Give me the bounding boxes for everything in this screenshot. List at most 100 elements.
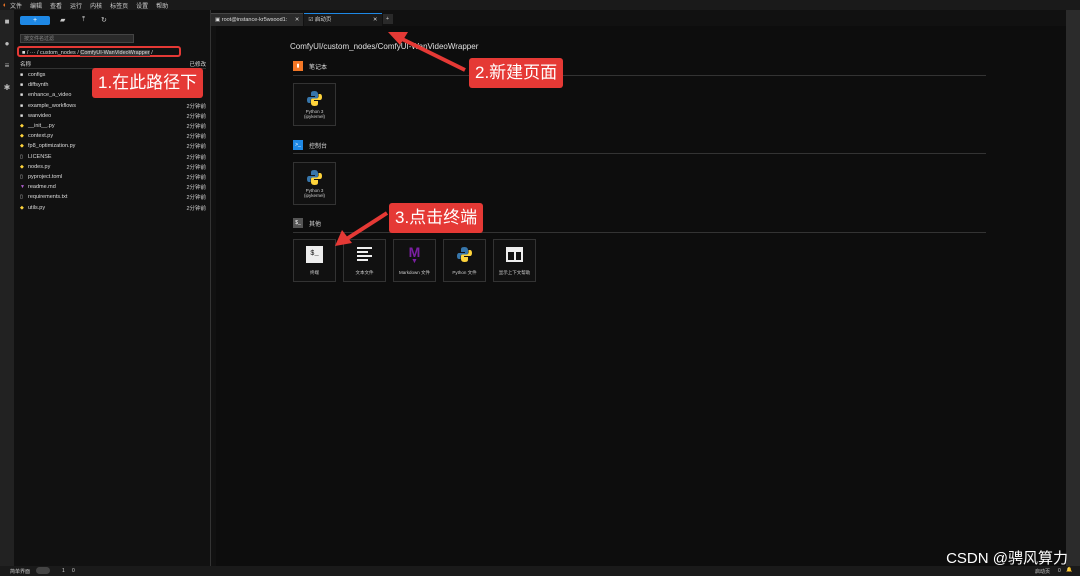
refresh-icon[interactable]: ↻ — [101, 16, 107, 24]
markdown-icon: M ▼ — [408, 244, 421, 265]
file-filter-input[interactable]: 按文件名过滤 — [20, 34, 134, 43]
file-name: __init__.py — [28, 123, 55, 130]
file-icon: ▯ — [20, 194, 23, 201]
annotation-3: 3.点击终端 — [389, 203, 484, 233]
extension-icon[interactable]: ✱ — [0, 76, 14, 98]
breadcrumb-root[interactable]: / — [27, 50, 29, 56]
file-row[interactable]: ■ example_workflows 2分钟前 — [20, 101, 206, 111]
menu-help[interactable]: 帮助 — [156, 1, 168, 10]
card-label: 文本文件 — [355, 270, 374, 275]
menu-tabs[interactable]: 标签页 — [110, 1, 128, 10]
file-name: readme.md — [28, 184, 56, 191]
simple-mode-toggle[interactable] — [36, 567, 50, 574]
menu-view[interactable]: 查看 — [50, 1, 62, 10]
card-label: 显示上下文帮助 — [498, 270, 531, 275]
console-icon: >_ — [293, 140, 303, 150]
divider — [293, 153, 986, 154]
tab-terminal[interactable]: ▣ root@instance-kr5wsood1: ✕ — [211, 13, 304, 26]
file-icon: ▯ — [20, 153, 23, 160]
file-row[interactable]: ◆ nodes.py 2分钟前 — [20, 162, 206, 172]
file-modified: 2分钟前 — [186, 144, 206, 151]
file-row[interactable]: ◆ __init__.py 2分钟前 — [20, 121, 206, 131]
file-row[interactable]: ◆ fp8_optimization.py 2分钟前 — [20, 141, 206, 151]
file-name: requirements.txt — [28, 194, 68, 201]
column-name-header[interactable]: 名称 — [20, 62, 31, 68]
launcher: ComfyUI/custom_nodes/ComfyUI-WanVideoWra… — [216, 26, 1066, 566]
file-row[interactable]: ▯ LICENSE 2分钟前 — [20, 152, 206, 162]
file-icon: ◆ — [20, 133, 24, 140]
menu-kernel[interactable]: 内核 — [90, 1, 102, 10]
card-label: 终端 — [310, 270, 319, 275]
upload-icon[interactable]: ⤒ — [82, 16, 85, 24]
terminal-card[interactable]: $_ 终端 — [293, 239, 336, 282]
launcher-path: ComfyUI/custom_nodes/ComfyUI-WanVideoWra… — [290, 42, 479, 51]
file-icon: ▼ — [20, 184, 25, 191]
tab-terminal-label: root@instance-kr5wsood1: — [221, 17, 288, 23]
terminal-count: 1 — [62, 568, 65, 574]
card-label: Markdown 文件 — [398, 270, 430, 275]
menu-file[interactable]: 文件 — [10, 1, 22, 10]
terminal-section-icon: $_ — [293, 218, 303, 228]
file-modified: 2分钟前 — [186, 185, 206, 192]
markdown-file-card[interactable]: M ▼ Markdown 文件 — [393, 239, 436, 282]
file-row[interactable]: ■ wanvideo 2分钟前 — [20, 111, 206, 121]
file-row[interactable]: ◆ context.py 2分钟前 — [20, 131, 206, 141]
menu-settings[interactable]: 设置 — [136, 1, 148, 10]
file-modified: 2分钟前 — [186, 154, 206, 161]
notebook-python3-card[interactable]: Python 3 (ipykernel) — [293, 83, 336, 126]
annotation-2: 2.新建页面 — [469, 58, 564, 88]
file-modified: 2分钟前 — [186, 124, 206, 131]
section-console-title: 控制台 — [309, 143, 328, 150]
notebook-icon: ▮ — [293, 61, 303, 71]
file-name: configs — [28, 72, 46, 79]
close-icon[interactable]: ✕ — [295, 17, 300, 23]
file-icon: ▯ — [20, 173, 23, 180]
status-mode: 启动页 — [1035, 569, 1051, 575]
breadcrumb-custom-nodes[interactable]: custom_nodes — [40, 50, 76, 56]
section-console: >_ 控制台 — [293, 140, 327, 150]
console-python3-card[interactable]: Python 3 (ipykernel) — [293, 162, 336, 205]
app-window: ◐ 文件 编辑 查看 运行 内核 标签页 设置 帮助 ■ ● ≡ ✱ + ▰ ⤒… — [0, 0, 1080, 576]
breadcrumb-ellipsis[interactable]: ··· — [30, 50, 36, 56]
menu-run[interactable]: 运行 — [70, 1, 82, 10]
file-icon: ◆ — [20, 143, 24, 150]
file-name: pyproject.toml — [28, 173, 63, 180]
home-folder-icon[interactable]: ■ — [22, 50, 25, 56]
file-name: enhance_a_video — [28, 92, 72, 99]
new-folder-icon[interactable]: ▰ — [60, 16, 65, 24]
file-icon: ◆ — [20, 163, 24, 170]
main-area: ▣ root@instance-kr5wsood1: ✕ ☑ 启动页 ✕ + C… — [211, 10, 1066, 566]
folder-icon: ■ — [20, 82, 24, 89]
notification-count: 0 — [1058, 568, 1061, 574]
toc-icon[interactable]: ≡ — [0, 54, 14, 76]
file-row[interactable]: ◆ utils.py 2分钟前 — [20, 202, 206, 212]
folder-icon: ■ — [20, 92, 24, 99]
context-help-card[interactable]: 显示上下文帮助 — [493, 239, 536, 282]
text-file-card[interactable]: 文本文件 — [343, 239, 386, 282]
folder-icon[interactable]: ■ — [0, 10, 14, 32]
folder-icon: ■ — [20, 112, 24, 119]
file-name: utils.py — [28, 204, 46, 211]
running-icon[interactable]: ● — [0, 32, 14, 54]
file-row[interactable]: ▼ readme.md 2分钟前 — [20, 182, 206, 192]
section-notebook: ▮ 笔记本 — [293, 61, 327, 71]
add-tab-button[interactable]: + — [382, 14, 393, 24]
menu-edit[interactable]: 编辑 — [30, 1, 42, 10]
close-icon[interactable]: ✕ — [373, 17, 378, 23]
file-modified: 2分钟前 — [186, 134, 206, 141]
file-row[interactable]: ▯ requirements.txt 2分钟前 — [20, 192, 206, 202]
context-help-icon — [494, 246, 535, 263]
file-modified: 2分钟前 — [186, 113, 206, 120]
file-row[interactable]: ▯ pyproject.toml 2分钟前 — [20, 172, 206, 182]
file-name: fp8_optimization.py — [28, 143, 76, 150]
file-name: context.py — [28, 133, 54, 140]
python-file-card[interactable]: Python 文件 — [443, 239, 486, 282]
status-bar: 简单界面 1 0 启动页 0 🔔 — [0, 566, 1080, 576]
divider — [293, 75, 986, 76]
tab-launcher[interactable]: ☑ 启动页 ✕ — [304, 13, 382, 26]
activity-bar: ■ ● ≡ ✱ — [0, 10, 14, 566]
column-modified-header[interactable]: 已修改 — [189, 60, 206, 68]
breadcrumb-current[interactable]: ComfyUI-WanVideoWrapper — [80, 50, 150, 56]
new-launcher-button[interactable]: + — [20, 16, 50, 25]
file-modified: 2分钟前 — [186, 164, 206, 171]
